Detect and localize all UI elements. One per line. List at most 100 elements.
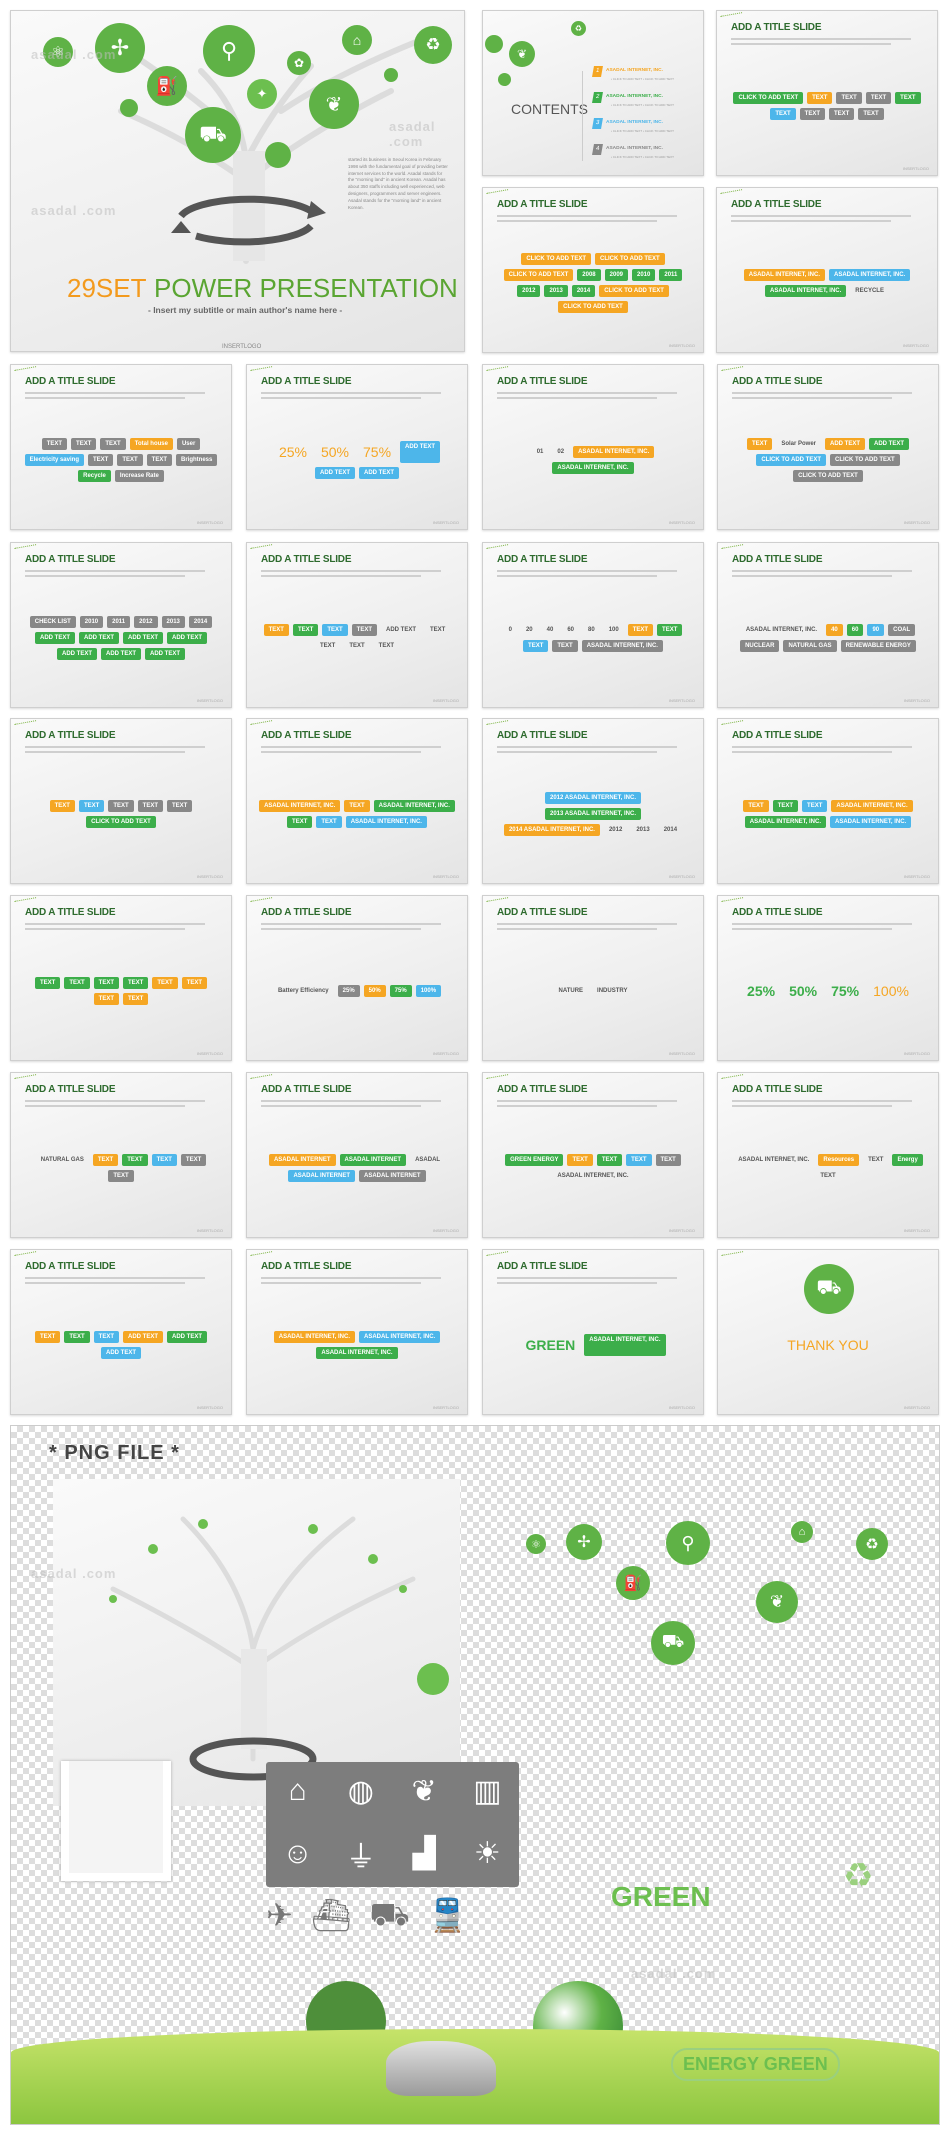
slide-label: TEXT (181, 977, 208, 989)
slide-label: TEXT (626, 1154, 652, 1166)
slide-label: TEXT (799, 108, 825, 120)
contents-item[interactable]: 3 ASADAL INTERNET, INC. • CLICK TO ADD T… (592, 118, 703, 133)
contents-label: ASADAL INTERNET, INC. (606, 146, 663, 151)
slide-thumbnail[interactable]: ADD A TITLE SLIDE Battery Efficiency 25% 5… (246, 895, 468, 1061)
slide-label: NATURE (558, 988, 584, 994)
contents-label: ASADAL INTERNET, INC. (606, 68, 663, 73)
slide-thumbnail[interactable]: ADD A TITLE SLIDE GREEN ASADAL INTERNET, … (482, 1249, 704, 1415)
slide-thumbnail[interactable]: ADD A TITLE SLIDE NATURAL GAS TEXT TEXT TEX… (10, 1072, 232, 1238)
contents-slide[interactable]: ❦ ♻ CONTENTS 1 ASADAL INTERNET, INC. • C… (482, 10, 704, 176)
slide-label: 75% (389, 985, 412, 997)
slide-label: TEXT (344, 800, 370, 812)
slide-label: 100% (873, 983, 909, 999)
contents-number: 2 (592, 92, 603, 103)
insert-logo: INSERTLOGO (903, 1405, 930, 1410)
slide-label: TEXT (430, 627, 446, 633)
slide-title: ADD A TITLE SLIDE (497, 1084, 588, 1095)
slide-label: TEXT (351, 624, 378, 636)
slide-thumbnail[interactable]: ADD A TITLE SLIDE TEXT TEXT TEXT ASADAL INT… (717, 718, 939, 884)
slide-label: TEXT (87, 454, 114, 466)
slide-label: ASADAL INTERNET, INC. (765, 285, 847, 297)
insert-logo: INSERTLOGO (668, 1228, 695, 1233)
slide-label: CLICK TO ADD TEXT (558, 301, 628, 313)
slide-thumbnail[interactable]: ADD A TITLE SLIDE ASADAL INTERNET ASADAL … (246, 1072, 468, 1238)
description-line (261, 1282, 421, 1284)
slide-thumbnail[interactable]: ADD A TITLE SLIDE TEXT TEXT TEXT TEXT TEXT TE… (10, 895, 232, 1061)
slide-thumbnail[interactable]: ADD A TITLE SLIDE GREEN ENERGY TEXT TEXT TE… (482, 1072, 704, 1238)
insert-logo: INSERTLOGO (432, 1405, 459, 1410)
slide-thumbnail[interactable]: ADD A TITLE SLIDE 01 02 ASADAL INTERNET, I… (482, 364, 704, 530)
slide-thumbnail[interactable]: ADD A TITLE SLIDE CLICK TO ADD TEXT TEXT T… (716, 10, 938, 176)
title-main: POWER PRESENTATION (154, 273, 458, 303)
insert-logo: INSERTLOGO (222, 344, 262, 350)
insert-logo: INSERTLOGO (668, 698, 695, 703)
slide-label: TEXT (743, 800, 769, 812)
slide-label: TEXT (807, 92, 833, 104)
slide-label: TEXT (627, 624, 654, 636)
slide-label: ASADAL INTERNET, INC. (745, 627, 818, 633)
description-line (497, 392, 677, 394)
leaf-circle (265, 142, 291, 168)
slide-thumbnail[interactable]: ADD A TITLE SLIDE 2012 ASADAL INTERNET, … (482, 718, 704, 884)
slide-label: Increase Rate (114, 470, 164, 482)
slide-thumbnail[interactable]: ADD A TITLE SLIDE TEXT TEXT TEXT TEXT ADD TE… (246, 542, 468, 708)
slide-label: 2011 (107, 616, 131, 628)
growth-chart-icon: ▟ (412, 1837, 436, 1870)
slide-label: ASADAL INTERNET, INC. (584, 1334, 666, 1356)
slide-label: ADD TEXT (101, 648, 141, 660)
slide-thumbnail[interactable]: ADD A TITLE SLIDE TEXT TEXT TEXT ADD TEXT AD… (10, 1249, 232, 1415)
plant-hand-icon: ❦ (509, 41, 535, 67)
bare-tree-icon (109, 1516, 449, 1781)
slide-label: 2010 (632, 269, 656, 281)
slide-content: ASADAL INTERNET, INC. ASADAL INTERNET, IN… (729, 228, 925, 338)
slide-label: 2014 (571, 285, 596, 297)
slide-content: ASADAL INTERNET, INC. ASADAL INTERNET, IN… (259, 1290, 455, 1400)
slide-thumbnail[interactable]: ADD A TITLE SLIDE ASADAL INTERNET, INC. T… (246, 718, 468, 884)
slide-label: Solar Power (781, 441, 817, 447)
slide-thumbnail[interactable]: ADD A TITLE SLIDE ASADAL INTERNET, INC. R… (717, 1072, 939, 1238)
slide-label: Electricity saving (24, 454, 84, 466)
slide-thumbnail[interactable]: ADD A TITLE SLIDE NATURE INDUSTRY INSERTLO… (482, 895, 704, 1061)
slide-thumbnail[interactable]: ADD A TITLE SLIDE 25% 50% 75% ADD TEXT ADD T… (246, 364, 468, 530)
slide-thumbnail[interactable]: ADD A TITLE SLIDE ASADAL INTERNET, INC. A… (246, 1249, 468, 1415)
slide-thumbnail[interactable]: ADD A TITLE SLIDE CLICK TO ADD TEXT CLICK… (482, 187, 704, 353)
description-line (731, 38, 911, 40)
slide-thumbnail[interactable]: ADD A TITLE SLIDE TEXT TEXT TEXT TEXT TEXT CL… (10, 718, 232, 884)
slide-thumbnail[interactable]: ADD A TITLE SLIDE TEXT TEXT TEXT Total hous… (10, 364, 232, 530)
slide-thumbnail[interactable]: ADD A TITLE SLIDE 0 20 40 60 80 100 TEXT TEXT TE… (482, 542, 704, 708)
slide-label: Recycle (78, 470, 111, 482)
insert-logo: INSERTLOGO (432, 874, 459, 879)
slide-thumbnail[interactable]: ADD A TITLE SLIDE TEXT Solar Power ADD TEX… (717, 364, 939, 530)
slide-title: ADD A TITLE SLIDE (732, 730, 823, 741)
slide-content: GREEN ASADAL INTERNET, INC. (495, 1290, 691, 1400)
contents-item[interactable]: 2 ASADAL INTERNET, INC. • CLICK TO ADD T… (592, 92, 703, 107)
slide-thumbnail[interactable]: ADD A TITLE SLIDE ASADAL INTERNET, INC. A… (716, 187, 938, 353)
green-text-graphic: GREEN (611, 1881, 711, 1912)
slide-label: 40 (546, 627, 554, 633)
slide-label: ASADAL INTERNET, INC. (316, 1347, 398, 1359)
title-slide[interactable]: ⚛ ✢ ⚲ ⛽ ✿ ✦ ⌂ ♻ ❦ ⛟ asadal .com asadal .… (10, 10, 465, 352)
leaf-circle (498, 73, 511, 86)
contents-item[interactable]: 4 ASADAL INTERNET, INC. • CLICK TO ADD T… (592, 144, 703, 159)
contents-item[interactable]: 1 ASADAL INTERNET, INC. • CLICK TO ADD T… (592, 66, 703, 81)
slide-title: ADD A TITLE SLIDE (261, 1261, 352, 1272)
description-line (731, 215, 911, 217)
slide-label: 2014 (663, 827, 678, 833)
slide-title: ADD A TITLE SLIDE (261, 730, 352, 741)
slide-thumbnail[interactable]: ADD A TITLE SLIDE 25% 50% 75% 100% INSERTLOG… (717, 895, 939, 1061)
description-line (497, 751, 657, 753)
slide-label: 75% (363, 444, 392, 460)
slide-label: ADD TEXT (123, 1331, 164, 1343)
description-line (497, 1277, 677, 1279)
slide-label: 2013 (636, 827, 650, 833)
atom-icon: ⚛ (526, 1534, 546, 1554)
silver-car-image (386, 2041, 496, 2096)
slide-thumbnail[interactable]: ADD A TITLE SLIDE CHECK LIST 2010 2011 2012… (10, 542, 232, 708)
slide-label: TEXT (78, 800, 105, 812)
slide-label: CLICK TO ADD TEXT (793, 470, 863, 482)
slide-thumbnail[interactable]: ADD A TITLE SLIDE ASADAL INTERNET, INC. 4… (717, 542, 939, 708)
slide-label: TEXT (146, 454, 173, 466)
slide-thumbnail[interactable]: ⛟ THANK YOU INSERTLOGO (717, 1249, 939, 1415)
slide-label: 2012 (608, 827, 623, 833)
slide-content: TEXT TEXT TEXT TEXT TEXT CLICK TO ADD TEXT (23, 759, 219, 869)
